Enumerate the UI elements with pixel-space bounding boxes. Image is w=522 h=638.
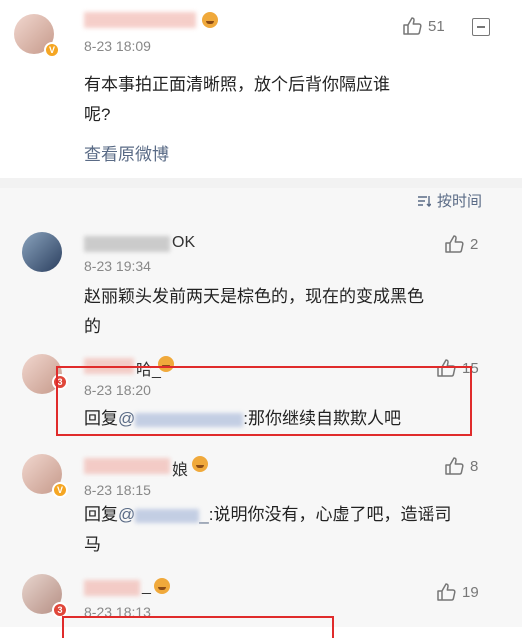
like-count: 8 [470,457,479,475]
thumbs-up-icon [445,457,464,475]
username-suffix: OK [172,234,196,251]
comment-menu-icon[interactable] [472,18,490,36]
reply-body: :说明你没有，心虚了吧，造谣司 [208,505,452,524]
comment-time: 8-23 19:34 [84,258,151,274]
like-count: 2 [470,235,479,253]
thumbs-up-icon [403,17,422,35]
comment-text-line1: 有本事拍正面清晰照，放个后背你隔应谁 [84,75,390,94]
emoji-icon [154,578,170,594]
reply-prefix: 回复 [84,505,118,524]
username-blurred[interactable] [84,236,170,252]
username-suffix: _ [142,578,151,595]
top-comment-card: V 8-23 18:09 51 有本事拍正面清晰照，放个后背你隔应谁 呢? 查看… [0,0,522,178]
avatar[interactable] [22,232,62,272]
reply-list: OK 8-23 19:34 2 赵丽颖头发前两天是棕色的，现在的变成黑色 的 3… [0,218,522,638]
sort-bar: 按时间 [0,188,522,218]
mention-suffix[interactable]: _ [199,505,208,524]
section-divider [0,178,522,188]
comment-time: 8-23 18:15 [84,482,151,498]
username-blurred[interactable] [84,12,196,28]
username-suffix: 娘 [172,462,189,479]
thumbs-up-icon [445,235,464,253]
reply-text-line2: 马 [84,535,101,554]
like-button[interactable]: 51 [402,16,445,36]
mention-at[interactable]: @ [118,505,135,524]
like-button[interactable]: 8 [444,456,478,476]
comment-text-line2: 呢? [84,105,111,124]
comment-text-line1: 赵丽颖头发前两天是棕色的，现在的变成黑色 [84,287,424,306]
emoji-icon [202,12,218,28]
username-blurred[interactable] [84,580,140,596]
reply-text: 回复@ _:说明你没有，心虚了吧，造谣司 [84,500,451,530]
verified-badge-icon: V [52,482,68,498]
comment-time: 8-23 18:09 [84,38,151,54]
comment-text-line2: 的 [84,317,101,336]
emoji-icon [192,456,208,472]
like-button[interactable]: 19 [436,582,479,602]
like-count: 19 [462,583,479,601]
sort-by-time-button[interactable]: 按时间 [417,190,482,211]
like-count: 51 [428,17,445,35]
verified-badge-icon: V [44,42,60,58]
like-button[interactable]: 2 [444,234,478,254]
sort-icon [417,195,431,207]
mention-blurred[interactable] [135,508,200,523]
view-original-link[interactable]: 查看原微博 [84,140,169,165]
highlight-box [62,616,334,638]
highlight-box [56,366,472,436]
thumbs-up-icon [437,583,456,601]
username-blurred[interactable] [84,458,170,474]
sort-label: 按时间 [436,193,482,210]
